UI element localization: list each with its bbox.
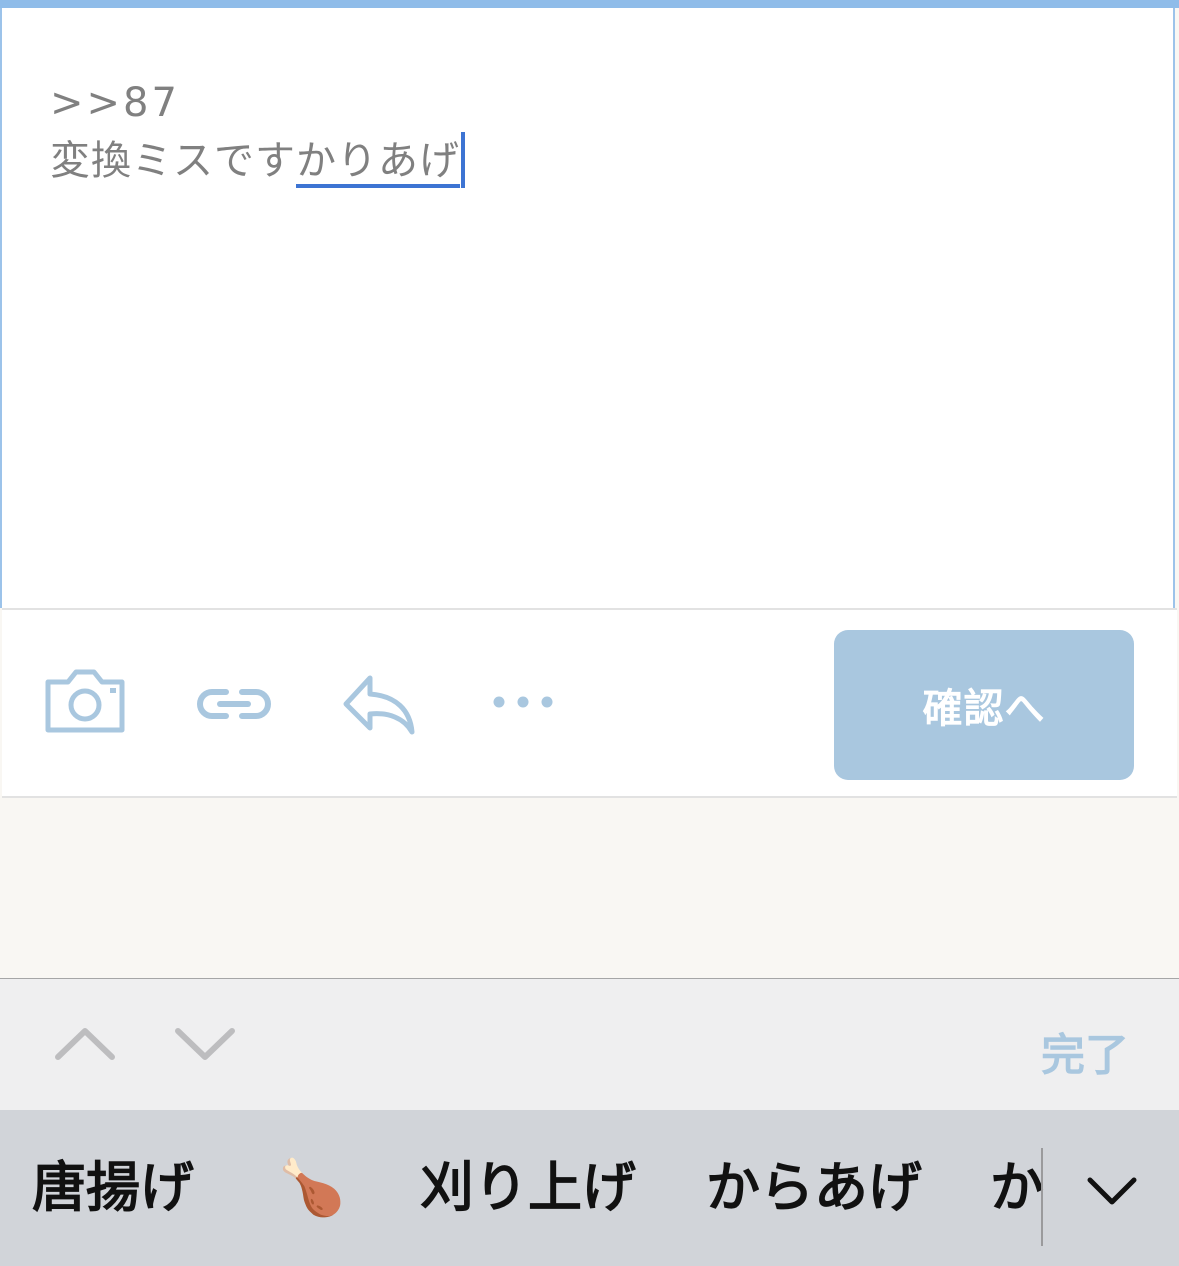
- quote-reference: >>87: [50, 80, 180, 126]
- candidate-divider: [1041, 1148, 1043, 1246]
- candidate-item[interactable]: 唐揚げ: [32, 1156, 194, 1220]
- candidate-item[interactable]: か: [990, 1156, 1044, 1220]
- more-icon[interactable]: [490, 694, 560, 710]
- composing-text: かりあげ: [296, 138, 460, 188]
- confirm-button[interactable]: 確認へ: [834, 630, 1134, 780]
- compose-toolbar: 確認へ: [2, 608, 1177, 798]
- reply-icon[interactable]: [340, 672, 420, 738]
- editor-text: >>87 変換ミスですかりあげ: [50, 74, 465, 190]
- committed-text: 変換ミスです: [50, 138, 296, 184]
- done-button[interactable]: 完了: [1041, 1019, 1129, 1083]
- candidate-bar: 唐揚げ 🍗 刈り上げ からあげ か: [0, 1110, 1179, 1266]
- candidate-item-emoji[interactable]: 🍗: [278, 1156, 345, 1220]
- keyboard-accessory-bar: 完了: [0, 978, 1179, 1110]
- camera-icon[interactable]: [42, 668, 128, 734]
- candidate-item[interactable]: からあげ: [706, 1156, 922, 1220]
- chevron-up-icon[interactable]: [54, 1025, 116, 1061]
- text-caret: [461, 132, 465, 188]
- chevron-down-icon[interactable]: [174, 1027, 236, 1063]
- comment-textarea[interactable]: >>87 変換ミスですかりあげ: [0, 8, 1175, 608]
- candidate-item[interactable]: 刈り上げ: [420, 1156, 636, 1220]
- expand-candidates-icon[interactable]: [1086, 1176, 1138, 1206]
- input-line: 変換ミスですかりあげ: [50, 132, 465, 190]
- link-icon[interactable]: [194, 684, 274, 724]
- top-focus-bar: [0, 0, 1179, 8]
